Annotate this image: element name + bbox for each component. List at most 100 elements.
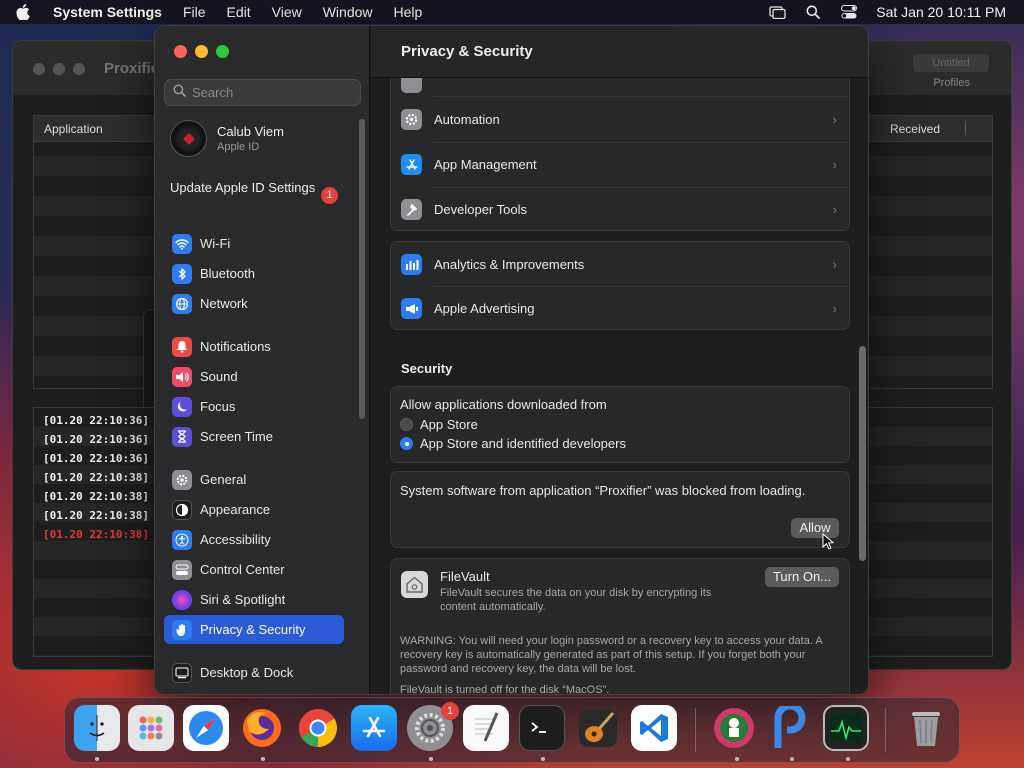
bluetooth-icon bbox=[172, 263, 192, 284]
activity-monitor-icon[interactable] bbox=[823, 705, 869, 751]
running-indicator bbox=[429, 757, 433, 761]
screen-mirroring-icon[interactable] bbox=[768, 5, 786, 19]
sidebar-item-label: Screen Time bbox=[200, 429, 273, 444]
clash-icon[interactable] bbox=[711, 705, 757, 751]
sidebar-item-desktop-dock[interactable]: Desktop & Dock bbox=[164, 658, 344, 687]
textedit-icon[interactable] bbox=[463, 705, 509, 751]
chevron-right-icon: › bbox=[832, 301, 837, 316]
row-developer-tools[interactable]: Developer Tools › bbox=[391, 187, 849, 232]
radio-button[interactable] bbox=[400, 418, 413, 431]
sidebar-item-label: Appearance bbox=[200, 502, 271, 517]
menu-app-name[interactable]: System Settings bbox=[53, 4, 162, 20]
menu-window[interactable]: Window bbox=[323, 4, 373, 20]
menu-bar-clock[interactable]: Sat Jan 20 10:11 PM bbox=[876, 4, 1006, 20]
firefox-icon[interactable] bbox=[239, 705, 285, 751]
radio-button-selected[interactable] bbox=[400, 437, 413, 450]
sidebar-item-label: Wi-Fi bbox=[200, 236, 231, 251]
blocked-software-group: System software from application “Proxif… bbox=[390, 471, 850, 550]
terminal-icon[interactable] bbox=[519, 705, 565, 751]
row-label: Developer Tools bbox=[434, 202, 527, 217]
sidebar-item-accessibility[interactable]: Accessibility bbox=[164, 525, 344, 554]
sidebar-item-label: Sound bbox=[200, 369, 238, 384]
sidebar-item-general[interactable]: General bbox=[164, 465, 344, 494]
avatar bbox=[170, 120, 207, 157]
proxifier-zoom-button[interactable] bbox=[73, 63, 85, 75]
apple-id-account[interactable]: Calub Viem Apple ID bbox=[170, 120, 284, 157]
sidebar-item-appearance[interactable]: Appearance bbox=[164, 495, 344, 524]
search-input[interactable] bbox=[192, 85, 352, 100]
proxifier-close-button[interactable] bbox=[33, 63, 45, 75]
proxifier-icon[interactable] bbox=[767, 705, 813, 751]
sidebar-item-screen-time[interactable]: Screen Time bbox=[164, 422, 344, 451]
garageband-icon[interactable] bbox=[575, 705, 621, 751]
running-indicator bbox=[95, 757, 99, 761]
allow-apps-label: Allow applications downloaded from bbox=[400, 397, 607, 412]
minimize-button[interactable] bbox=[195, 45, 208, 58]
row-analytics[interactable]: Analytics & Improvements › bbox=[391, 242, 849, 287]
row-label: Automation bbox=[434, 112, 500, 127]
account-subtitle: Apple ID bbox=[217, 141, 260, 153]
megaphone-icon bbox=[401, 298, 422, 319]
row-label: App Management bbox=[434, 157, 537, 172]
launchpad-icon[interactable] bbox=[128, 705, 174, 751]
row-automation[interactable]: Automation › bbox=[391, 97, 849, 142]
finder-icon[interactable] bbox=[74, 705, 120, 751]
sidebar-item-label: Bluetooth bbox=[200, 266, 255, 281]
sidebar-item-focus[interactable]: Focus bbox=[164, 392, 344, 421]
menu-view[interactable]: View bbox=[272, 4, 302, 20]
content-scrollbar[interactable] bbox=[859, 346, 866, 561]
search-field[interactable] bbox=[164, 79, 361, 106]
sidebar-item-label: Desktop & Dock bbox=[200, 665, 294, 680]
row-app-management[interactable]: App Management › bbox=[391, 142, 849, 187]
close-button[interactable] bbox=[174, 45, 187, 58]
sidebar-item-label: Accessibility bbox=[200, 532, 271, 547]
proxifier-profile-select[interactable]: Untitled bbox=[913, 54, 989, 72]
sidebar-item-notifications[interactable]: Notifications bbox=[164, 332, 344, 361]
menu-file[interactable]: File bbox=[183, 4, 206, 20]
proxifier-log-lines: [01.20 22:10:36] [01.20 22:10:36] [01.20… bbox=[43, 411, 169, 544]
sidebar-item-bluetooth[interactable]: Bluetooth bbox=[164, 259, 344, 288]
log-line: [01.20 22:10:38] bbox=[43, 509, 149, 522]
apple-menu-icon[interactable] bbox=[16, 4, 36, 20]
sidebar-item-wifi[interactable]: Wi-Fi bbox=[164, 229, 344, 258]
app-store-icon[interactable] bbox=[351, 705, 397, 751]
settings-badge: 1 bbox=[441, 702, 459, 720]
spotlight-search-icon[interactable] bbox=[804, 5, 822, 19]
radio-identified-developers[interactable]: App Store and identified developers bbox=[400, 436, 626, 451]
column-received[interactable]: Received bbox=[890, 122, 940, 136]
sidebar-item-control-center[interactable]: Control Center bbox=[164, 555, 344, 584]
proxifier-window-controls[interactable] bbox=[33, 63, 85, 75]
column-divider bbox=[965, 121, 966, 135]
wifi-icon bbox=[172, 233, 192, 254]
page-title: Privacy & Security bbox=[401, 43, 533, 60]
radio-app-store[interactable]: App Store bbox=[400, 417, 478, 432]
gear-icon bbox=[172, 469, 192, 490]
accessibility-icon bbox=[172, 529, 192, 550]
sidebar-item-sound[interactable]: Sound bbox=[164, 362, 344, 391]
row-apple-advertising[interactable]: Apple Advertising › bbox=[391, 286, 849, 331]
menu-edit[interactable]: Edit bbox=[227, 4, 251, 20]
sidebar-item-privacy-security[interactable]: Privacy & Security bbox=[164, 615, 344, 644]
control-center-icon[interactable] bbox=[840, 5, 858, 19]
turn-on-filevault-button[interactable]: Turn On... bbox=[765, 567, 839, 587]
safari-icon[interactable] bbox=[183, 705, 229, 751]
hourglass-icon bbox=[172, 426, 192, 447]
settings-sidebar: Calub Viem Apple ID Update Apple ID Sett… bbox=[155, 26, 370, 694]
filevault-status: FileVault is turned off for the disk “Ma… bbox=[400, 684, 610, 695]
sidebar-scrollbar[interactable] bbox=[359, 119, 365, 419]
zoom-button[interactable] bbox=[216, 45, 229, 58]
allow-apps-group: Allow applications downloaded from App S… bbox=[390, 386, 850, 463]
running-indicator bbox=[261, 757, 265, 761]
sidebar-item-network[interactable]: Network bbox=[164, 289, 344, 318]
sidebar-item-siri-spotlight[interactable]: Siri & Spotlight bbox=[164, 585, 344, 614]
chrome-icon[interactable] bbox=[295, 705, 341, 751]
filevault-title: FileVault bbox=[440, 569, 490, 584]
vscode-icon[interactable] bbox=[631, 705, 677, 751]
moon-icon bbox=[172, 396, 192, 417]
window-controls bbox=[174, 45, 229, 58]
log-line: [01.20 22:10:38] bbox=[43, 471, 149, 484]
trash-icon[interactable] bbox=[903, 705, 949, 751]
proxifier-minimize-button[interactable] bbox=[53, 63, 65, 75]
menu-help[interactable]: Help bbox=[394, 4, 423, 20]
column-application[interactable]: Application bbox=[44, 122, 103, 136]
